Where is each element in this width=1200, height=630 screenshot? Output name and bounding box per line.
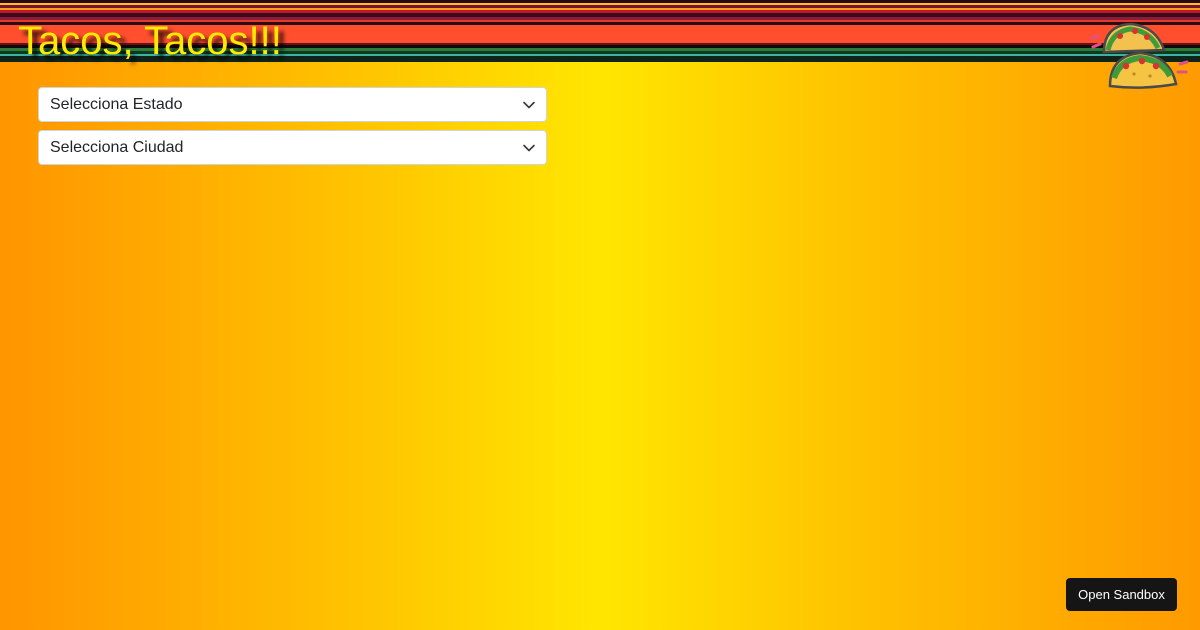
open-sandbox-button[interactable]: Open Sandbox	[1066, 578, 1177, 611]
city-select[interactable]: Selecciona Ciudad	[38, 130, 547, 165]
city-select-value: Selecciona Ciudad	[50, 139, 184, 156]
chevron-down-icon	[523, 144, 535, 152]
page-title: Tacos, Tacos!!!	[18, 19, 282, 63]
state-select-value: Selecciona Estado	[50, 96, 183, 113]
tacos-logo-icon	[1090, 16, 1190, 94]
state-select[interactable]: Selecciona Estado	[38, 87, 547, 122]
chevron-down-icon	[523, 101, 535, 109]
